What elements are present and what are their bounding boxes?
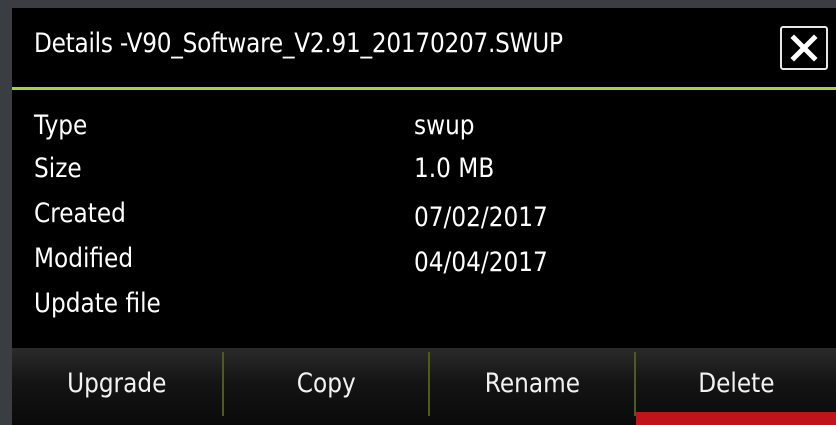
property-label: Size — [34, 153, 82, 184]
properties-list: Type swup Size 1.0 MB Created 07/02/2017… — [12, 90, 836, 348]
upgrade-button-label: Upgrade — [67, 368, 167, 399]
property-row-created: Created 07/02/2017 — [12, 198, 836, 242]
property-label: Update file — [34, 288, 161, 319]
property-label: Modified — [34, 243, 134, 274]
rename-button[interactable]: Rename — [430, 348, 634, 425]
delete-button-label: Delete — [697, 368, 775, 399]
property-row-size: Size 1.0 MB — [12, 153, 836, 197]
property-row-update-file: Update file — [12, 288, 836, 332]
dialog-header: Details -V90_Software_V2.91_20170207.SWU… — [12, 8, 836, 90]
property-value: swup — [414, 110, 475, 141]
property-row-modified: Modified 04/04/2017 — [12, 243, 836, 287]
rename-button-label: Rename — [484, 368, 580, 399]
file-details-dialog: Details -V90_Software_V2.91_20170207.SWU… — [12, 8, 836, 425]
selected-indicator — [636, 412, 836, 425]
dialog-title: Details -V90_Software_V2.91_20170207.SWU… — [34, 28, 563, 59]
property-label: Created — [34, 198, 126, 229]
close-button[interactable] — [780, 26, 828, 70]
property-row-type: Type swup — [12, 110, 836, 154]
property-value: 07/02/2017 — [414, 202, 548, 233]
close-icon — [790, 34, 818, 62]
copy-button-label: Copy — [296, 368, 356, 399]
copy-button[interactable]: Copy — [224, 348, 428, 425]
property-label: Type — [34, 110, 88, 141]
upgrade-button[interactable]: Upgrade — [12, 348, 222, 425]
property-value: 1.0 MB — [414, 153, 495, 184]
property-value: 04/04/2017 — [414, 247, 548, 278]
